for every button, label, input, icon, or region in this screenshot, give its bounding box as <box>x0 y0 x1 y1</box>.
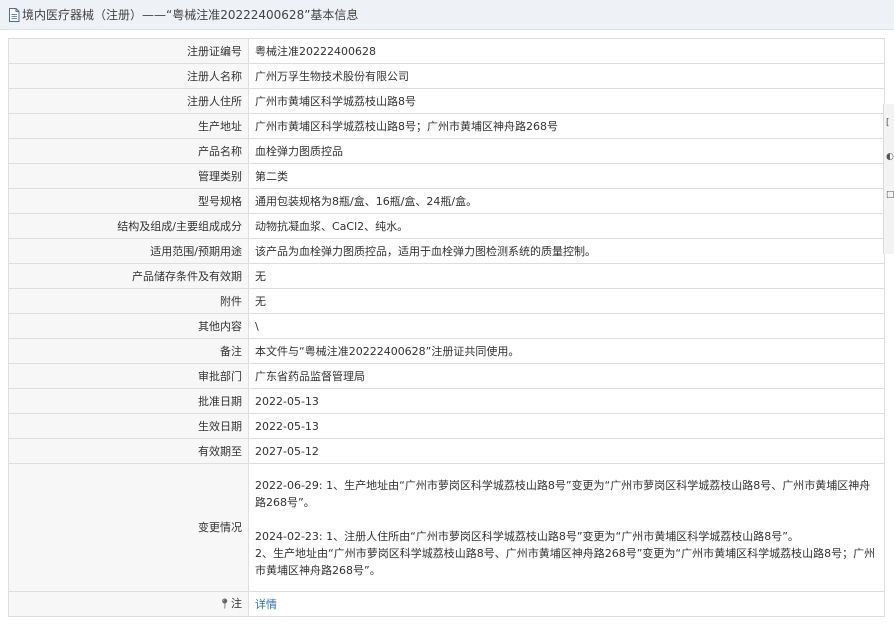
row-label: 审批部门 <box>8 363 249 389</box>
table-row: 结构及组成/主要组成成分 动物抗凝血浆、CaCl2、纯水。 <box>8 213 885 239</box>
row-label: 生产地址 <box>8 113 249 139</box>
note-row: 📍︎注 详情 <box>8 591 885 617</box>
table-row: 管理类别 第二类 <box>8 163 885 189</box>
row-label: 型号规格 <box>8 188 249 214</box>
row-value: 广州万孚生物技术股份有限公司 <box>248 63 885 89</box>
row-label: 其他内容 <box>8 313 249 339</box>
row-value: 2022-05-13 <box>248 388 885 414</box>
row-label: 产品储存条件及有效期 <box>8 263 249 289</box>
row-value: 无 <box>248 288 885 314</box>
info-table: 注册证编号 粤械注准20222400628 注册人名称 广州万孚生物技术股份有限公司… <box>8 38 885 617</box>
row-label: 有效期至 <box>8 438 249 464</box>
table-row: 其他内容 \ <box>8 313 885 339</box>
row-label: 注册证编号 <box>8 38 249 64</box>
table-row: 附件无 <box>8 288 885 314</box>
side-toolbar[interactable]: [ ◐ □ <box>883 104 894 254</box>
table-row: 生产地址 广州市黄埔区科学城荔枝山路8号；广州市黄埔区神舟路268号 <box>8 113 885 139</box>
row-label: 生效日期 <box>8 413 249 439</box>
document-icon <box>8 7 20 22</box>
row-value: 广东省药品监督管理局 <box>248 363 885 389</box>
row-label: 备注 <box>8 338 249 364</box>
table-row: 型号规格 通用包装规格为8瓶/盒、16瓶/盒、24瓶/盒。 <box>8 188 885 214</box>
row-value: 无 <box>248 263 885 289</box>
row-value: 2027-05-12 <box>248 438 885 464</box>
change-entry-2-line-1: 2024-02-23: 1、注册人住所由“广州市萝岗区科学城荔枝山路8号”变更为… <box>255 529 799 543</box>
row-value: 本文件与“粤械注准20222400628”注册证共同使用。 <box>248 338 885 364</box>
table-row: 注册人名称 广州万孚生物技术股份有限公司 <box>8 63 885 89</box>
table-row: 备注 本文件与“粤械注准20222400628”注册证共同使用。 <box>8 338 885 364</box>
table-row: 产品储存条件及有效期无 <box>8 263 885 289</box>
row-value: 该产品为血栓弹力图质控品，适用于血栓弹力图检测系统的质量控制。 <box>248 238 885 264</box>
change-history-row: 变更情况 2022-06-29: 1、生产地址由“广州市萝岗区科学城荔枝山路8号… <box>8 463 885 592</box>
row-value: 粤械注准20222400628 <box>248 38 885 64</box>
change-entry-2-line-2: 2、生产地址由“广州市萝岗区科学城荔枝山路8号、广州市黄埔区神舟路268号”变更… <box>255 546 876 577</box>
details-link[interactable]: 详情 <box>255 598 277 611</box>
row-value: 通用包装规格为8瓶/盒、16瓶/盒、24瓶/盒。 <box>248 188 885 214</box>
side-toolbar-bracket-icon: [ <box>886 118 890 128</box>
table-row: 生效日期 2022-05-13 <box>8 413 885 439</box>
change-entry-1: 2022-06-29: 1、生产地址由“广州市萝岗区科学城荔枝山路8号”变更为“… <box>255 478 871 509</box>
table-row: 批准日期 2022-05-13 <box>8 388 885 414</box>
row-label: 管理类别 <box>8 163 249 189</box>
row-label: 适用范围/预期用途 <box>8 238 249 264</box>
table-row: 产品名称 血栓弹力图质控品 <box>8 138 885 164</box>
table-row: 注册证编号 粤械注准20222400628 <box>8 38 885 64</box>
side-toolbar-circle-icon: ◐ <box>886 152 894 162</box>
row-value: 动物抗凝血浆、CaCl2、纯水。 <box>248 213 885 239</box>
page-title: 境内医疗器械（注册）——“粤械注准20222400628”基本信息 <box>22 8 359 22</box>
row-label: 产品名称 <box>8 138 249 164</box>
row-value: 第二类 <box>248 163 885 189</box>
table-row: 适用范围/预期用途 该产品为血栓弹力图质控品，适用于血栓弹力图检测系统的质量控制。 <box>8 238 885 264</box>
change-history-value: 2022-06-29: 1、生产地址由“广州市萝岗区科学城荔枝山路8号”变更为“… <box>248 463 885 592</box>
row-label: 变更情况 <box>8 463 249 592</box>
row-label: 批准日期 <box>8 388 249 414</box>
row-value: 2022-05-13 <box>248 413 885 439</box>
row-value: 广州市黄埔区科学城荔枝山路8号；广州市黄埔区神舟路268号 <box>248 113 885 139</box>
note-label-cell: 📍︎注 <box>8 591 249 617</box>
table-row: 注册人住所 广州市黄埔区科学城荔枝山路8号 <box>8 88 885 114</box>
row-label: 结构及组成/主要组成成分 <box>8 213 249 239</box>
row-value: 血栓弹力图质控品 <box>248 138 885 164</box>
row-value: 广州市黄埔区科学城荔枝山路8号 <box>248 88 885 114</box>
side-toolbar-document-icon: □ <box>886 190 894 200</box>
note-value-cell: 详情 <box>248 591 885 617</box>
table-row: 审批部门 广东省药品监督管理局 <box>8 363 885 389</box>
page-header: 境内医疗器械（注册）——“粤械注准20222400628”基本信息 <box>0 0 894 30</box>
row-label: 附件 <box>8 288 249 314</box>
note-label: 注 <box>231 597 242 610</box>
row-label: 注册人名称 <box>8 63 249 89</box>
row-value: \ <box>248 313 885 339</box>
change-spacer <box>255 511 878 528</box>
row-label: 注册人住所 <box>8 88 249 114</box>
table-row: 有效期至 2027-05-12 <box>8 438 885 464</box>
map-pin-icon: 📍︎ <box>218 599 231 610</box>
